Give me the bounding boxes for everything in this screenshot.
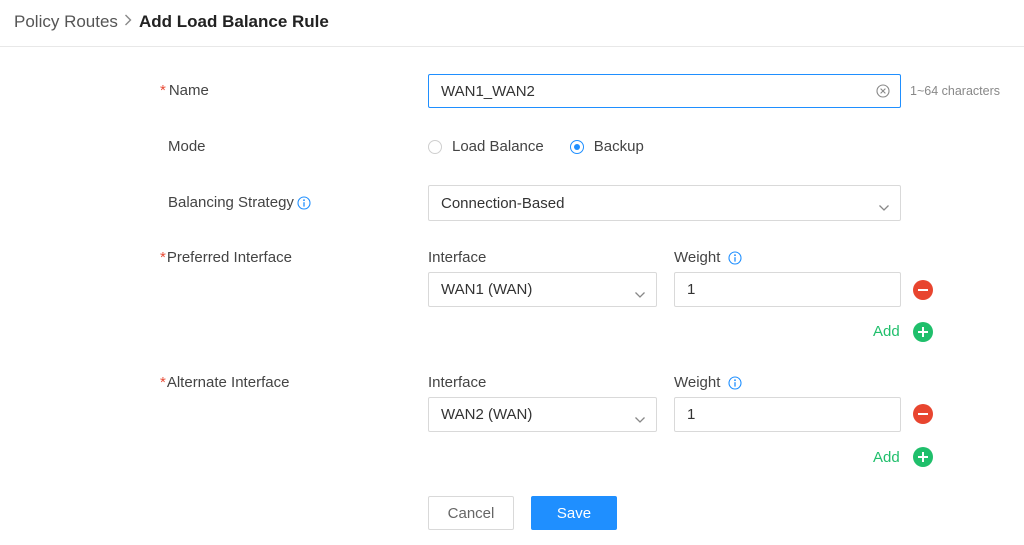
save-button[interactable]: Save xyxy=(531,496,617,530)
name-label: * Name xyxy=(160,82,209,99)
remove-alternate-interface-button[interactable] xyxy=(913,404,933,424)
balancing-strategy-label-text: Balancing Strategy xyxy=(168,194,294,211)
clear-icon[interactable] xyxy=(876,84,890,102)
info-icon[interactable] xyxy=(297,195,311,210)
radio-checked-icon[interactable] xyxy=(569,139,584,154)
page-header: Policy Routes Add Load Balance Rule xyxy=(0,0,1024,47)
balancing-strategy-select[interactable]: Connection-Based xyxy=(428,185,901,221)
alternate-weight-column-label: Weight xyxy=(674,374,742,391)
alternate-interface-value: WAN2 (WAN) xyxy=(441,406,533,423)
required-mark: * xyxy=(160,82,166,99)
balancing-strategy-label: Balancing Strategy xyxy=(168,194,311,211)
preferred-interface-label-text: Preferred Interface xyxy=(166,249,292,266)
alternate-interface-label: *Alternate Interface xyxy=(160,374,289,391)
info-icon[interactable] xyxy=(728,375,742,390)
balancing-strategy-value: Connection-Based xyxy=(441,194,565,212)
preferred-interface-value: WAN1 (WAN) xyxy=(441,281,533,298)
add-alternate-interface-button[interactable] xyxy=(913,447,933,467)
required-mark: * xyxy=(160,374,166,391)
remove-preferred-interface-button[interactable] xyxy=(913,280,933,300)
preferred-weight-column-label: Weight xyxy=(674,249,742,266)
name-length-hint: 1~64 characters xyxy=(910,84,1000,98)
name-input[interactable]: WAN1_WAN2 xyxy=(428,74,901,108)
mode-option-load-balance[interactable]: Load Balance xyxy=(428,138,544,155)
preferred-interface-select[interactable]: WAN1 (WAN) xyxy=(428,272,657,307)
cancel-button[interactable]: Cancel xyxy=(428,496,514,530)
preferred-weight-value: 1 xyxy=(687,281,696,298)
required-mark: * xyxy=(160,249,166,266)
add-preferred-interface-button[interactable] xyxy=(913,322,933,342)
add-alternate-interface-link[interactable]: Add xyxy=(873,449,900,466)
preferred-weight-label-text: Weight xyxy=(674,249,721,266)
alternate-interface-label-text: Alternate Interface xyxy=(166,374,290,391)
breadcrumb-parent-link[interactable]: Policy Routes xyxy=(14,12,118,32)
plus-icon xyxy=(918,452,928,462)
mode-radio-group: Load Balance Backup xyxy=(428,138,644,155)
mode-option-label: Load Balance xyxy=(452,138,544,155)
preferred-interface-column-label: Interface xyxy=(428,249,487,266)
chevron-down-icon xyxy=(634,286,646,303)
chevron-down-icon xyxy=(878,199,890,216)
alternate-weight-value: 1 xyxy=(687,406,696,423)
page-title: Add Load Balance Rule xyxy=(139,12,329,31)
breadcrumb-separator-icon xyxy=(124,13,132,30)
minus-icon xyxy=(918,413,928,415)
info-icon[interactable] xyxy=(728,250,742,265)
mode-option-label: Backup xyxy=(593,138,644,155)
mode-option-backup[interactable]: Backup xyxy=(569,138,644,155)
mode-label: Mode xyxy=(168,138,206,155)
name-label-text: Name xyxy=(168,82,209,99)
plus-icon xyxy=(918,327,928,337)
radio-unchecked-icon[interactable] xyxy=(428,139,442,154)
name-input-value: WAN1_WAN2 xyxy=(441,82,535,100)
alternate-weight-input[interactable]: 1 xyxy=(674,397,901,432)
alternate-weight-label-text: Weight xyxy=(674,374,721,391)
alternate-interface-select[interactable]: WAN2 (WAN) xyxy=(428,397,657,432)
add-preferred-interface-link[interactable]: Add xyxy=(873,323,900,340)
alternate-interface-column-label: Interface xyxy=(428,374,487,391)
preferred-weight-input[interactable]: 1 xyxy=(674,272,901,307)
preferred-interface-label: *Preferred Interface xyxy=(160,249,292,266)
minus-icon xyxy=(918,289,928,291)
chevron-down-icon xyxy=(634,411,646,428)
